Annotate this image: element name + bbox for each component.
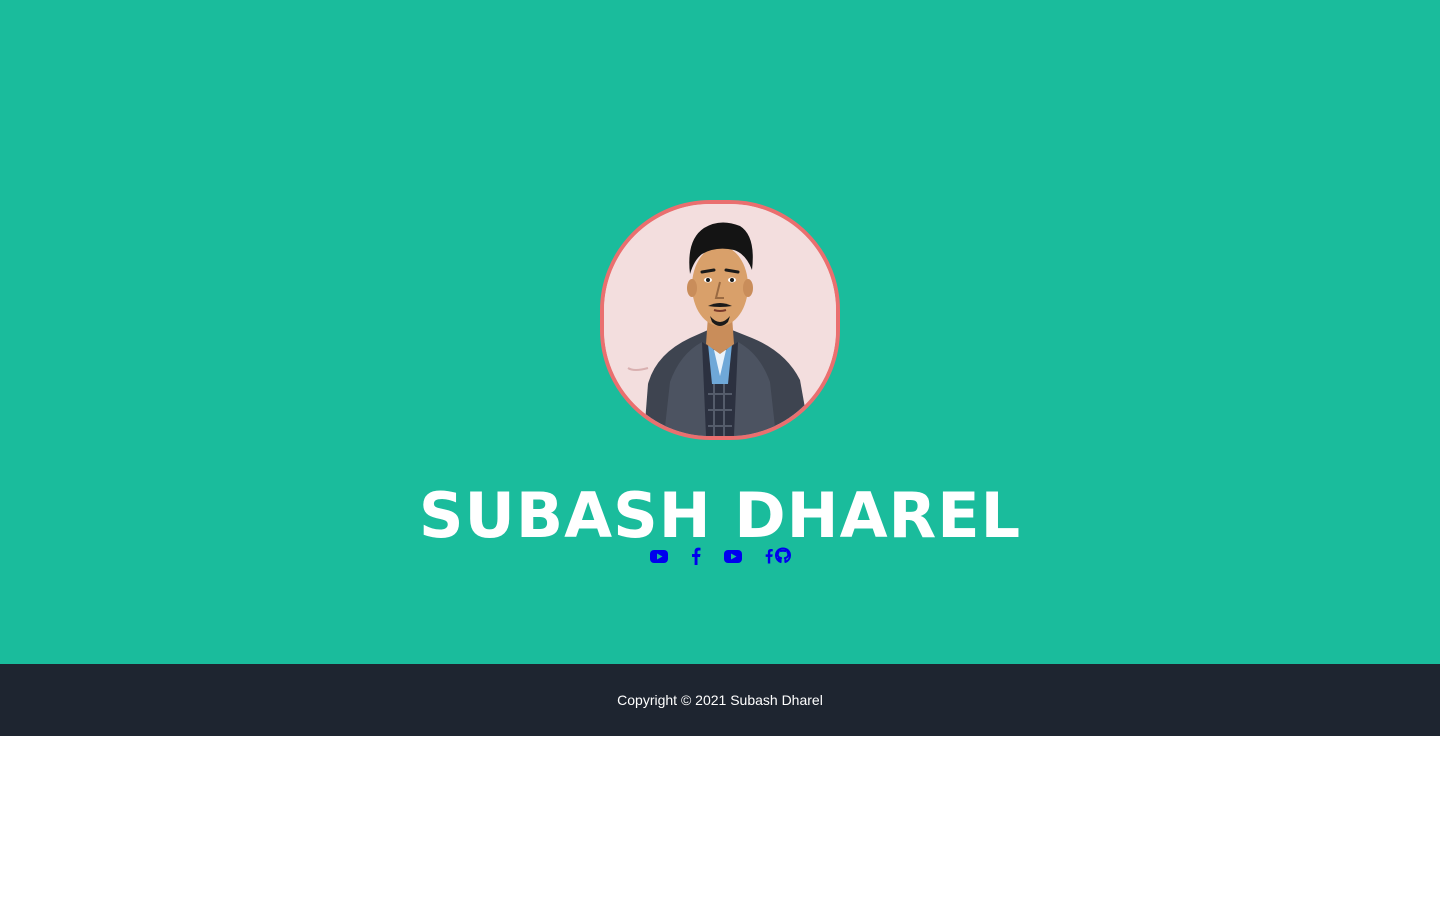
social-link-github[interactable]	[774, 546, 792, 566]
github-icon	[775, 547, 791, 563]
page-title: SUBASH DHAREL	[418, 479, 1022, 552]
social-link-youtube[interactable]	[650, 546, 668, 566]
social-link-youtube[interactable]	[724, 546, 742, 566]
social-link-facebook[interactable]	[690, 546, 702, 566]
social-link-facebook[interactable]	[764, 546, 774, 566]
social-links	[0, 546, 1440, 568]
facebook-icon	[765, 549, 773, 564]
hero-section: SUBASH DHAREL	[0, 0, 1440, 664]
portrait-avatar-icon	[604, 204, 836, 436]
facebook-icon	[692, 547, 701, 565]
site-footer: Copyright © 2021 Subash Dharel	[0, 664, 1440, 736]
youtube-icon	[650, 550, 668, 563]
avatar	[600, 200, 840, 440]
copyright-text: Copyright © 2021 Subash Dharel	[617, 692, 823, 708]
youtube-icon	[724, 550, 742, 563]
